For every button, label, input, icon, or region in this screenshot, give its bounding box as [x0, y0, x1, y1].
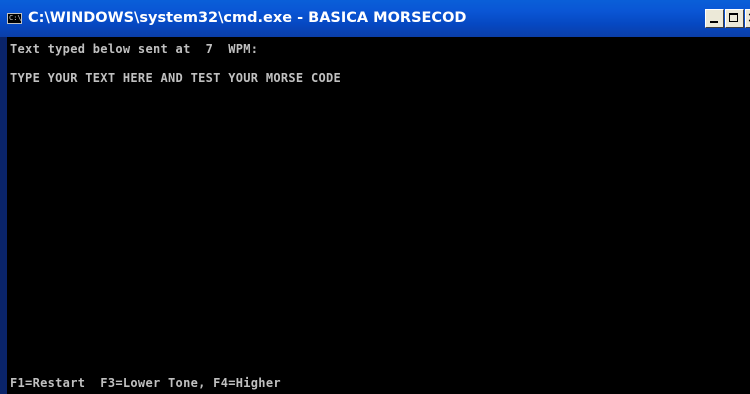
console-app-icon[interactable]: C:\	[7, 13, 22, 24]
console-line-prompt: TYPE YOUR TEXT HERE AND TEST YOUR MORSE …	[10, 71, 342, 85]
console-line-wpm: Text typed below sent at 7 WPM:	[10, 42, 259, 56]
minimize-button[interactable]	[705, 9, 724, 28]
window-title: C:\WINDOWS\system32\cmd.exe - BASICA MOR…	[28, 10, 467, 26]
console-output[interactable]: Text typed below sent at 7 WPM: TYPE YOU…	[7, 37, 750, 394]
console-footer-keys: F1=Restart F3=Lower Tone, F4=Higher	[10, 376, 281, 390]
title-bar[interactable]: C:\ C:\WINDOWS\system32\cmd.exe - BASICA…	[0, 0, 750, 37]
maximize-icon	[729, 13, 738, 22]
maximize-button[interactable]	[725, 9, 744, 28]
minimize-icon	[710, 21, 718, 23]
cmd-window: C:\ C:\WINDOWS\system32\cmd.exe - BASICA…	[0, 0, 750, 394]
close-button[interactable]: ×	[745, 9, 750, 28]
console-app-icon-glyph: C:\	[9, 14, 22, 22]
